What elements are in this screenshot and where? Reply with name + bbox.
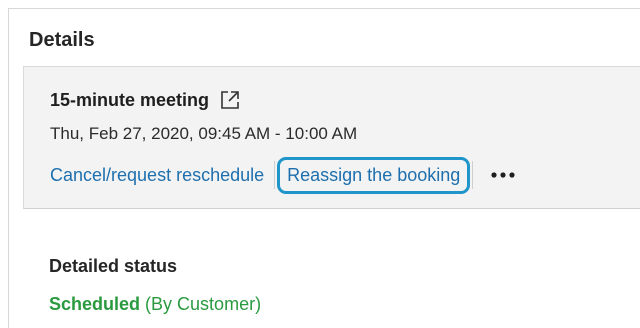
status-value: Scheduled [49, 294, 141, 314]
more-horizontal-icon [491, 172, 515, 178]
detailed-status-line: Scheduled (By Customer) [49, 294, 261, 315]
cancel-reschedule-link[interactable]: Cancel/request reschedule [42, 157, 272, 194]
booking-card: 15-minute meeting Thu, Feb 27, 2020, 09:… [23, 66, 640, 209]
external-link-icon[interactable] [219, 89, 241, 111]
reassign-booking-link[interactable]: Reassign the booking [277, 156, 471, 194]
detailed-status-label: Detailed status [49, 256, 178, 276]
meeting-title-row: 15-minute meeting [50, 89, 241, 111]
panel-title: Details [29, 29, 95, 51]
action-divider [472, 161, 474, 189]
action-divider [274, 161, 276, 189]
booking-actions: Cancel/request reschedule Reassign the b… [42, 153, 523, 197]
external-link-icon-svg [221, 91, 239, 109]
status-by: (By Customer) [145, 294, 262, 314]
more-actions-button[interactable] [483, 160, 523, 190]
details-panel: Details 15-minute meeting Thu, Feb 27, 2… [8, 8, 640, 328]
meeting-title: 15-minute meeting [50, 89, 210, 110]
meeting-time: Thu, Feb 27, 2020, 09:45 AM - 10:00 AM [50, 124, 358, 143]
